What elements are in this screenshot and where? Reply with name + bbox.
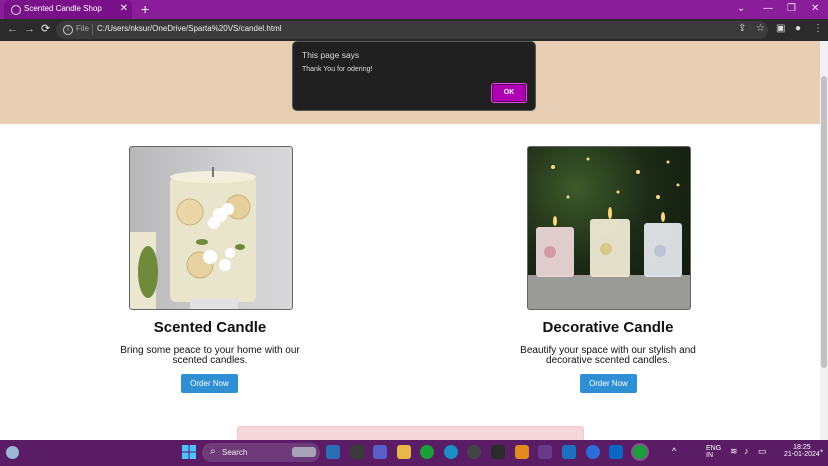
- scented-candle-image: [129, 146, 293, 310]
- chrome-icon[interactable]: [420, 445, 434, 459]
- product-title: Decorative Candle: [542, 319, 674, 336]
- region-code: IN: [706, 452, 713, 459]
- task-view-icon[interactable]: [350, 445, 364, 459]
- product-description: Beautify your space with our stylish and…: [518, 346, 698, 366]
- close-window-button[interactable]: ✕: [811, 2, 819, 16]
- clock-time: 18:25: [793, 444, 811, 451]
- side-panel-icon[interactable]: ▣: [776, 23, 785, 35]
- store-icon[interactable]: [491, 445, 505, 459]
- chrome-active-icon[interactable]: [633, 445, 647, 459]
- browser-tab[interactable]: Scented Candle Shop ✕: [4, 0, 132, 19]
- new-tab-button[interactable]: +: [141, 1, 149, 17]
- info-icon[interactable]: i: [63, 25, 73, 35]
- vscode-icon[interactable]: [562, 445, 576, 459]
- search-highlight-icon: [292, 447, 316, 457]
- dialog-ok-button[interactable]: OK: [491, 83, 527, 103]
- clock[interactable]: 18:25 21-01-2024: [784, 444, 820, 458]
- reload-button[interactable]: ⟳: [41, 22, 50, 36]
- order-now-button[interactable]: Order Now: [181, 374, 238, 393]
- copilot-icon[interactable]: [326, 445, 340, 459]
- taskbar: [0, 440, 828, 466]
- wifi-icon[interactable]: ≋: [730, 446, 738, 457]
- zoom-icon[interactable]: [586, 445, 600, 459]
- menu-icon[interactable]: ⋮: [813, 23, 823, 35]
- battery-icon[interactable]: ▭: [758, 446, 767, 457]
- candles-illustration: [528, 157, 690, 309]
- tab-search-icon[interactable]: ⌄: [737, 2, 745, 16]
- tab-title: Scented Candle Shop: [24, 4, 102, 13]
- product-description-line: decorative scented candles.: [546, 355, 670, 366]
- globe-icon: [11, 5, 21, 15]
- app-icon[interactable]: [538, 445, 552, 459]
- profile-icon[interactable]: ●: [795, 23, 801, 35]
- address-divider: [92, 24, 93, 35]
- weather-icon[interactable]: [6, 446, 19, 459]
- edge-icon[interactable]: [444, 445, 458, 459]
- scrollbar-thumb[interactable]: [821, 76, 827, 368]
- dell-icon[interactable]: [467, 445, 481, 459]
- language-code: ENG: [706, 445, 722, 452]
- address-scheme: File: [76, 24, 89, 33]
- bookmark-star-icon[interactable]: ☆: [756, 23, 765, 35]
- clock-date: 21-01-2024: [784, 451, 820, 458]
- tab-close-icon[interactable]: ✕: [120, 3, 128, 15]
- search-label: Search: [222, 448, 248, 457]
- linkedin-icon[interactable]: [609, 445, 623, 459]
- notification-bell-icon[interactable]: ◔: [818, 446, 823, 456]
- product-description: Bring some peace to your home with our s…: [120, 346, 300, 366]
- order-now-button[interactable]: Order Now: [580, 374, 637, 393]
- decorative-candle-image: [527, 146, 691, 310]
- volume-icon[interactable]: ♪: [744, 446, 749, 456]
- forward-button[interactable]: →: [24, 22, 35, 36]
- product-description-line: scented candles.: [172, 355, 248, 366]
- share-icon[interactable]: ⇪: [738, 23, 746, 35]
- language-indicator[interactable]: ENG IN: [706, 445, 721, 459]
- candle-illustration: [130, 167, 256, 309]
- address-url[interactable]: C:/Users/nksur/OneDrive/Sparta%20VS/cand…: [97, 24, 282, 33]
- back-button[interactable]: ←: [7, 22, 18, 36]
- dialog-title: This page says: [302, 50, 360, 60]
- maximize-button[interactable]: ❐: [787, 2, 796, 16]
- minimize-button[interactable]: —: [763, 2, 773, 16]
- search-icon: ⌕: [210, 446, 216, 457]
- product-title: Scented Candle: [153, 319, 267, 336]
- chevron-up-icon[interactable]: ^: [672, 446, 676, 456]
- file-explorer-icon[interactable]: [397, 445, 411, 459]
- settings-gear-icon[interactable]: [515, 445, 529, 459]
- start-icon[interactable]: [182, 445, 196, 459]
- dialog-message: Thank You for odering!: [302, 66, 373, 73]
- teams-icon[interactable]: [373, 445, 387, 459]
